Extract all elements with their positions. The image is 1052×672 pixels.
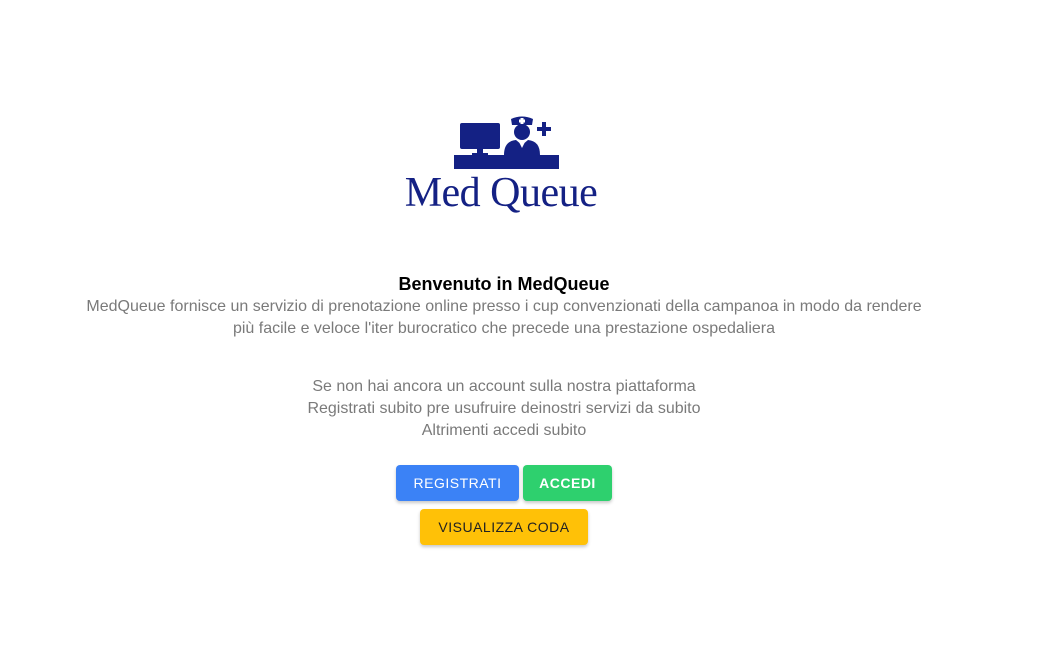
nurse-icon [504,116,540,155]
service-description: MedQueue fornisce un servizio di prenota… [84,296,924,340]
logo-wordmark: Med Queue [404,170,598,216]
cta-line-1: Se non hai ancora un account sulla nostr… [312,378,696,395]
medical-cross-icon [537,122,551,136]
page: Med Queue Benvenuto in MedQueue MedQueue… [0,0,1052,672]
service-description-line-1: MedQueue fornisce un servizio di prenota… [86,298,922,315]
login-button[interactable]: Accedi [523,465,612,501]
call-to-action-text: Se non hai ancora un account sulla nostr… [0,376,1008,442]
cta-line-2: Registrati subito pre usufruire deinostr… [307,400,701,417]
cta-line-3: Altrimenti accedi subito [421,422,587,439]
view-queue-button[interactable]: Visualizza coda [420,509,588,545]
desk-icon [454,155,559,169]
medqueue-logo: Med Queue [396,112,606,224]
reception-desk-icon [454,116,559,169]
service-description-line-2: più facile e veloce l'iter burocratico c… [232,320,776,337]
welcome-title: Benvenuto in MedQueue [398,274,610,294]
register-button[interactable]: Registrati [396,465,519,501]
computer-monitor-icon [460,123,500,155]
